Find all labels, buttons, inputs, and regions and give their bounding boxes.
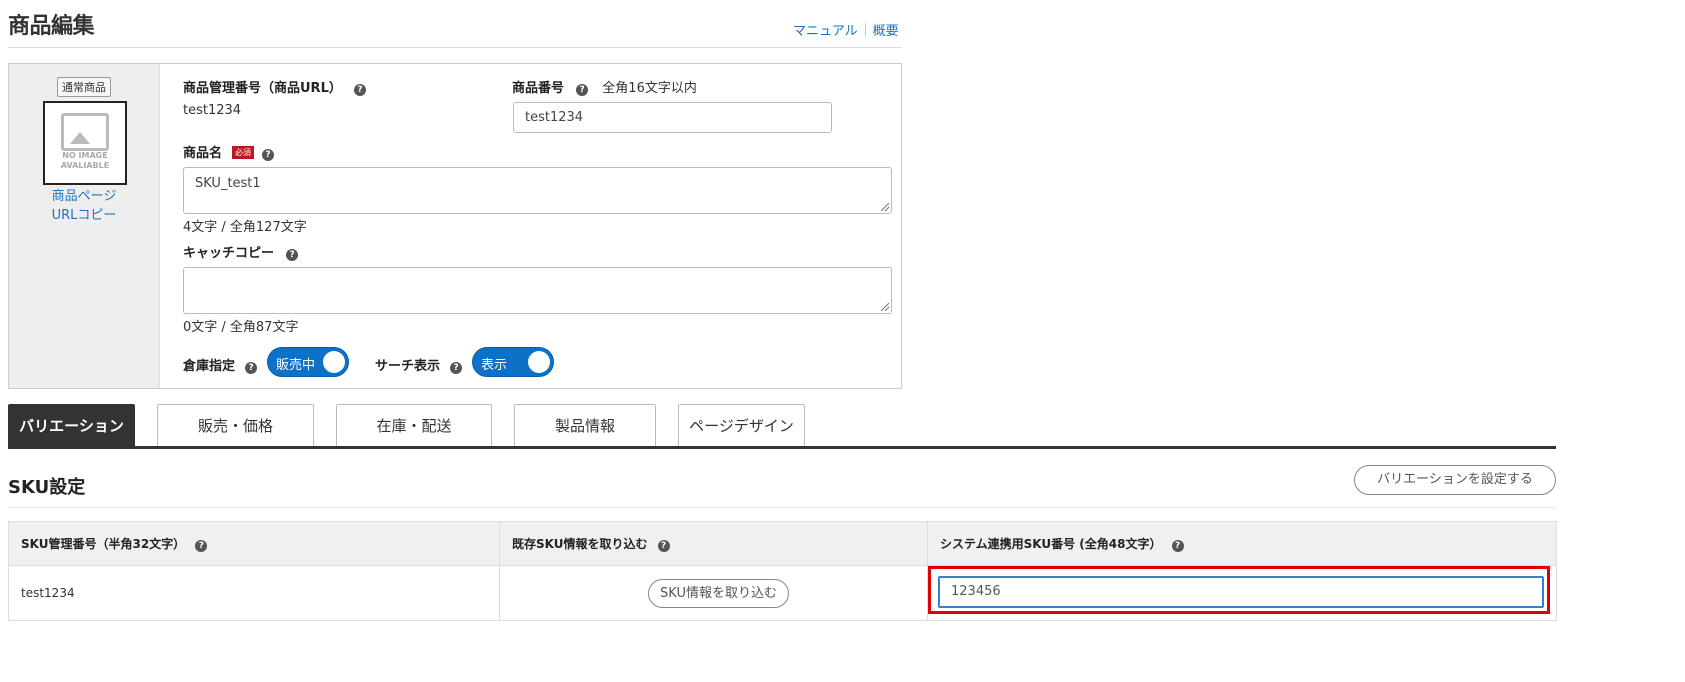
title-divider [8, 47, 902, 48]
help-icon[interactable]: ? [576, 84, 589, 96]
product-number-label: 商品番号 [512, 81, 565, 96]
image-icon [61, 113, 109, 151]
warehouse-label-row: 倉庫指定 ? [183, 355, 258, 374]
overview-link[interactable]: 概要 [873, 24, 899, 39]
tab-variation[interactable]: バリエーション [8, 404, 135, 448]
resize-handle-icon[interactable] [881, 203, 889, 211]
tab-product-info[interactable]: 製品情報 [514, 404, 656, 448]
sku-section-title: SKU設定 [8, 477, 86, 498]
catch-copy-label-row: キャッチコピー ? [183, 242, 299, 261]
column-header: SKU管理番号（半角32文字） ? [8, 521, 500, 566]
product-name-label-row: 商品名 必須? [183, 142, 275, 161]
search-display-label: サーチ表示 [375, 359, 441, 374]
product-image-placeholder[interactable]: NO IMAGE AVALIABLE [43, 101, 127, 185]
header-links: マニュアル 概要 [793, 20, 899, 39]
mgmt-number-label-row: 商品管理番号（商品URL） ? [183, 77, 366, 96]
tabs-underline [8, 446, 1556, 449]
product-type-badge: 通常商品 [57, 77, 111, 97]
warehouse-toggle[interactable]: 販売中 [267, 347, 349, 377]
catch-copy-counter: 0文字 / 全角87文字 [183, 320, 299, 335]
product-name-textarea[interactable]: SKU_test1 [183, 167, 892, 214]
help-icon[interactable]: ? [1171, 540, 1184, 552]
manual-link[interactable]: マニュアル [793, 24, 858, 39]
column-header: システム連携用SKU番号 (全角48文字） ? [927, 521, 1557, 566]
product-number-input[interactable]: test1234 [513, 102, 832, 133]
product-number-hint: 全角16文字以内 [602, 81, 697, 96]
column-header: 既存SKU情報を取り込む ? [499, 521, 928, 566]
help-icon[interactable]: ? [354, 84, 366, 96]
thumbnail-column: 通常商品 NO IMAGE AVALIABLE 商品ページ URLコピー [9, 64, 160, 388]
tab-page-design[interactable]: ページデザイン [678, 404, 805, 448]
link-divider [864, 23, 866, 37]
product-page-link[interactable]: 商品ページ [29, 185, 139, 204]
warehouse-label: 倉庫指定 [183, 359, 236, 374]
system-sku-input[interactable]: 123456 [938, 576, 1544, 608]
mgmt-number-label: 商品管理番号（商品URL） [183, 81, 342, 96]
sku-import-button[interactable]: SKU情報を取り込む [648, 578, 789, 608]
catch-copy-label: キャッチコピー [183, 246, 275, 261]
product-name-label: 商品名 [183, 146, 223, 161]
set-variation-button[interactable]: バリエーションを設定する [1354, 465, 1556, 495]
sku-mgmt-number-cell: test1234 [8, 565, 500, 621]
tab-stock-shipping[interactable]: 在庫・配送 [336, 404, 492, 448]
help-icon[interactable]: ? [286, 249, 299, 261]
product-number-label-row: 商品番号 ? 全角16文字以内 [512, 77, 697, 96]
tab-sales-price[interactable]: 販売・価格 [157, 404, 314, 448]
toggle-knob [323, 351, 345, 373]
sku-table-header: SKU管理番号（半角32文字） ? 既存SKU情報を取り込む ? システム連携用… [8, 521, 1557, 566]
product-info-panel: 通常商品 NO IMAGE AVALIABLE 商品ページ URLコピー 商品管理… [8, 63, 902, 389]
sku-import-cell: SKU情報を取り込む [499, 565, 928, 621]
required-badge: 必須 [232, 146, 255, 159]
help-icon[interactable]: ? [245, 362, 258, 374]
product-name-value: SKU_test1 [195, 176, 261, 191]
search-display-toggle[interactable]: 表示 [472, 347, 554, 377]
warehouse-toggle-label: 販売中 [276, 358, 316, 373]
sku-divider [8, 507, 1556, 508]
search-display-label-row: サーチ表示 ? [375, 355, 463, 374]
page-title: 商品編集 [8, 14, 95, 39]
catch-copy-textarea[interactable] [183, 267, 892, 314]
resize-handle-icon[interactable] [881, 303, 889, 311]
no-image-text: NO IMAGE AVALIABLE [60, 151, 110, 170]
toggle-knob [528, 351, 550, 373]
help-icon[interactable]: ? [262, 149, 275, 161]
help-icon[interactable]: ? [657, 540, 670, 552]
mgmt-number-value: test1234 [183, 103, 242, 118]
url-copy-link[interactable]: URLコピー [29, 204, 139, 223]
help-icon[interactable]: ? [195, 540, 208, 552]
search-display-toggle-label: 表示 [481, 358, 508, 373]
product-name-counter: 4文字 / 全角127文字 [183, 220, 307, 235]
help-icon[interactable]: ? [450, 362, 463, 374]
